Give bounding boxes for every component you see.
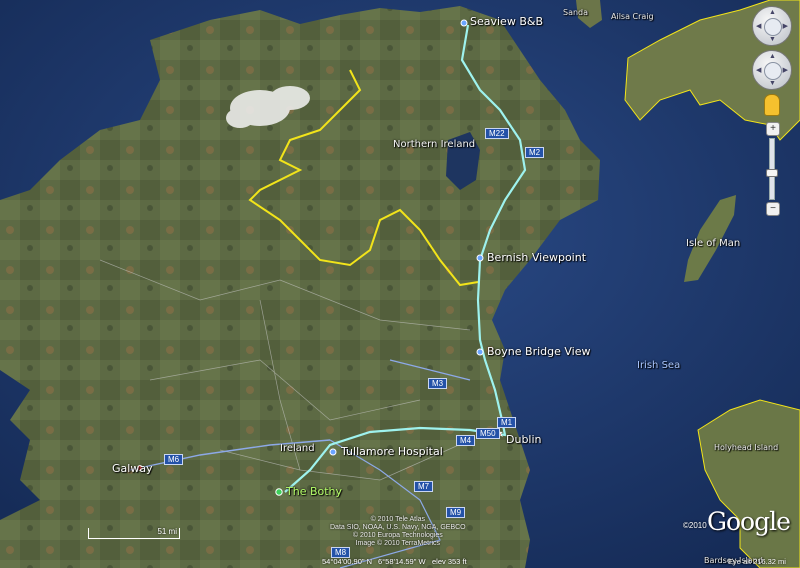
pan-right-icon[interactable]: ▶ [783,66,788,74]
map-imagery [0,0,800,568]
map-view[interactable]: Seaview B&B Sanda Ailsa Craig Northern I… [0,0,800,568]
boyne-label[interactable]: Boyne Bridge View [487,345,590,358]
zoom-slider[interactable]: + − [766,122,780,216]
street-view-pegman-icon[interactable] [764,94,780,116]
road-shield-m7: M7 [414,481,434,492]
road-shield-m6: M6 [164,454,184,465]
pan-icon[interactable] [764,62,782,80]
ailsa-craig-label: Ailsa Craig [611,12,654,21]
look-control[interactable]: ▲ ▼ ◀ ▶ [752,6,792,46]
dublin-label: Dublin [506,433,542,446]
pan-left-icon[interactable]: ◀ [756,66,761,74]
move-control[interactable]: ▲ ▼ ◀ ▶ [752,50,792,90]
eye-altitude-readout: Eye alt 216.32 mi [728,557,786,566]
seaview-label[interactable]: Seaview B&B [470,15,543,28]
google-logo: Google [707,507,791,536]
scale-label: 51 mi [157,527,177,536]
look-right-icon[interactable]: ▶ [783,22,788,30]
eye-icon[interactable] [764,18,782,36]
look-down-icon[interactable]: ▼ [769,36,776,43]
navigation-controls: ▲ ▼ ◀ ▶ ▲ ▼ ◀ ▶ + − [750,6,794,216]
northern-ireland-label: Northern Ireland [393,139,476,150]
road-shield-m1: M1 [497,417,517,428]
status-bar: 54°04'00.90" N 6°58'14.59" W elev 353 ft… [0,556,800,568]
credit-line-3: © 2010 Europa Technologies [352,532,443,539]
bothy-label[interactable]: The Bothy [286,485,342,498]
copyright-year: ©2010 [683,521,707,530]
zoom-thumb[interactable] [766,169,778,177]
zoom-in-button[interactable]: + [766,122,780,136]
latitude-readout: 54°04'00.90" N [322,557,373,566]
look-up-icon[interactable]: ▲ [769,9,776,16]
elevation-readout: elev 353 ft [432,557,467,566]
road-shield-m50: M50 [476,428,500,439]
longitude-readout: 6°58'14.59" W [378,557,426,566]
holyhead-label: Holyhead Island [714,443,779,452]
look-left-icon[interactable]: ◀ [756,22,761,30]
isle-of-man-label: Isle of Man [686,238,741,249]
road-shield-m3: M3 [428,378,448,389]
road-shield-m2: M2 [525,147,545,158]
ireland-label: Ireland [280,443,315,454]
imagery-credits: © 2010 Tele Atlas Data SIO, NOAA, U.S. N… [330,516,466,548]
zoom-track[interactable] [766,138,778,200]
irish-sea-label: Irish Sea [637,360,681,371]
pan-up-icon[interactable]: ▲ [769,53,776,60]
bernish-label[interactable]: Bernish Viewpoint [487,251,586,264]
galway-label: Galway [112,462,153,475]
scale-bar: 51 mi [88,527,180,539]
pan-down-icon[interactable]: ▼ [769,80,776,87]
tullamore-label[interactable]: Tullamore Hospital [341,445,443,458]
sanda-label: Sanda [563,8,589,17]
credit-line-4: Image © 2010 TerraMetrics [355,540,441,547]
credit-line-2: Data SIO, NOAA, U.S. Navy, NGA, GEBCO [330,524,466,531]
road-shield-m4: M4 [456,435,476,446]
credit-line-1: © 2010 Tele Atlas [370,516,426,523]
road-shield-m22: M22 [485,128,509,139]
zoom-out-button[interactable]: − [766,202,780,216]
